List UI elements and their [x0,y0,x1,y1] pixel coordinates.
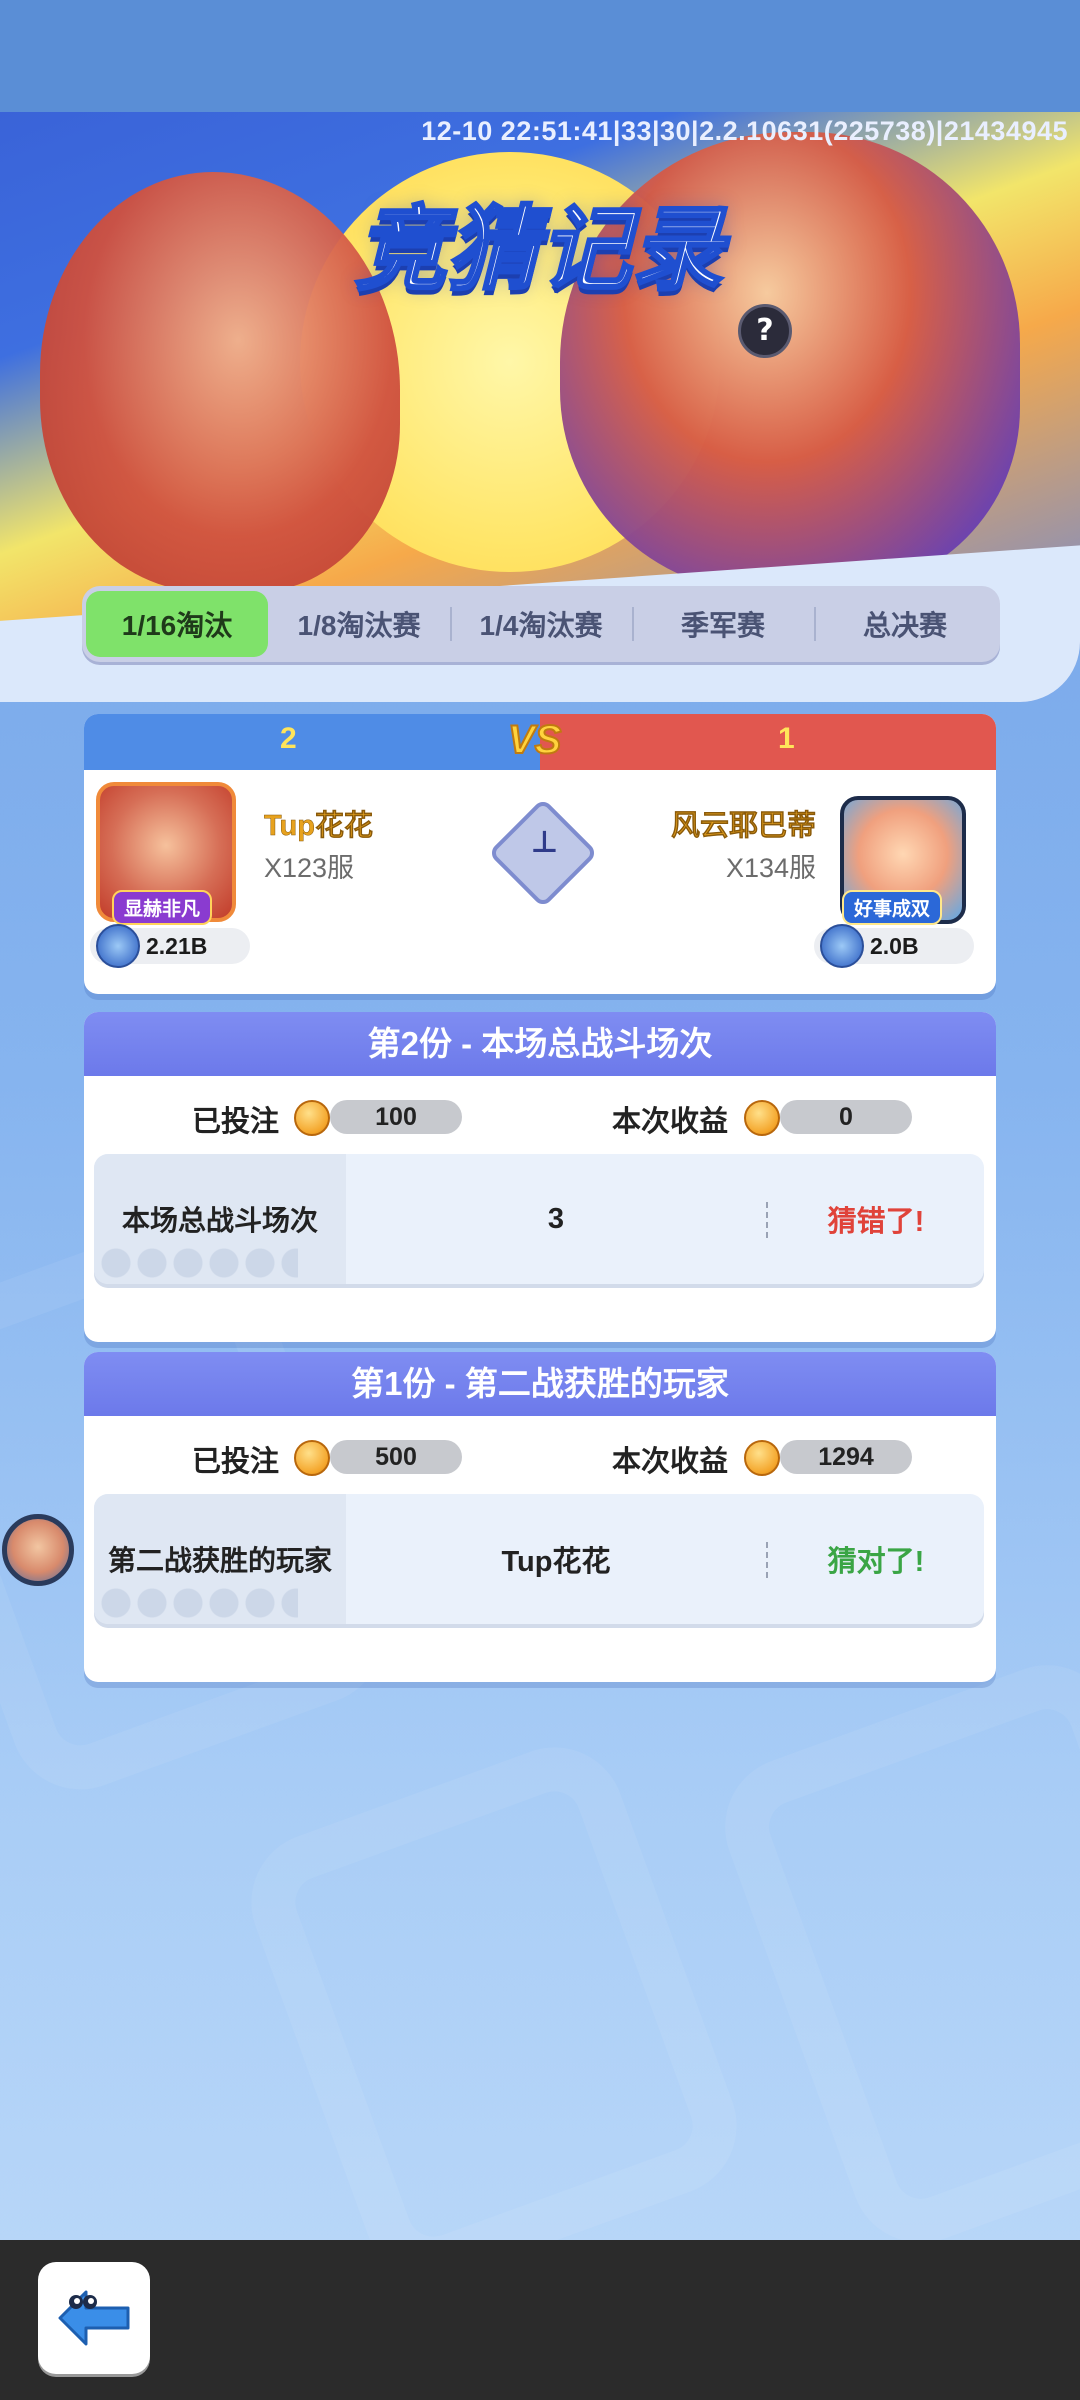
back-arrow-icon [58,2290,130,2346]
bet-title: 第1份 - 第二战获胜的玩家 [84,1352,996,1416]
team-left-bar [84,714,540,770]
floating-avatar-button[interactable] [2,1514,74,1586]
right-player-server: X134服 [725,853,816,883]
right-score: 1 [778,722,795,755]
back-button[interactable] [38,2262,150,2374]
bet-answer: 3 [547,1202,565,1235]
right-player-name: 风云耶巴蒂 [670,810,817,843]
earnings-label: 本次收益 [612,1106,729,1138]
vs-badge: VS [507,717,562,763]
left-score: 2 [280,722,297,755]
round-tabs: 1/16淘汰 1/8淘汰赛 1/4淘汰赛 季军赛 总决赛 [82,586,1000,662]
tab-round-of-32[interactable]: 1/16淘汰 [86,591,268,657]
match-card: 2 VS 1 显赫非凡 Tup花花 X123服 ⊥ 风云耶巴蒂 X134服 好事… [84,714,996,994]
right-player-title-badge: 好事成双 [842,890,943,925]
bet-question: 本场总战斗场次 [121,1205,318,1236]
bet-detail-row: 本场总战斗场次 3 猜错了! [94,1154,984,1284]
background-pattern [705,1645,1080,2263]
page-title: 竞猜记录 [353,198,724,303]
team-right-bar [540,714,996,770]
tab-round-of-16[interactable]: 1/8淘汰赛 [268,591,450,657]
earnings-value: 0 [780,1100,912,1134]
right-power-value: 2.0B [870,933,919,959]
debug-info-text: 12-10 22:51:41|33|30|2.2.10631(225738)|2… [421,116,1068,146]
bet-record-card: 第1份 - 第二战获胜的玩家 已投注 500 本次收益 1294 第二战获胜的玩… [84,1352,996,1682]
tab-third-place[interactable]: 季军赛 [632,591,814,657]
coin-icon [294,1440,330,1476]
earnings-value: 1294 [780,1440,912,1474]
sword-icon [820,924,864,968]
bottom-bar [0,2240,1080,2400]
bet-answer: Tup花花 [501,1546,611,1578]
bet-result: 猜错了! [827,1206,925,1238]
staked-label: 已投注 [192,1446,280,1478]
question-mark-icon[interactable]: ? [738,304,792,358]
staked-label: 已投注 [192,1106,280,1138]
left-power: 2.21B [90,924,250,968]
bet-question: 第二战获胜的玩家 [107,1545,332,1576]
battle-record-icon[interactable]: ⊥ [487,797,599,909]
staked-value: 100 [330,1100,462,1134]
coin-icon [744,1100,780,1136]
right-power: 2.0B [814,924,974,968]
left-power-value: 2.21B [146,933,208,959]
sword-icon [96,924,140,968]
bet-result: 猜对了! [827,1546,925,1578]
earnings-label: 本次收益 [612,1446,729,1478]
bet-detail-row: 第二战获胜的玩家 Tup花花 猜对了! [94,1494,984,1624]
bet-record-card: 第2份 - 本场总战斗场次 已投注 100 本次收益 0 本场总战斗场次 3 猜… [84,1012,996,1342]
tab-final[interactable]: 总决赛 [814,591,996,657]
background-pattern [231,1727,757,2301]
bet-title: 第2份 - 本场总战斗场次 [84,1012,996,1076]
left-player-name: Tup花花 [264,810,374,843]
left-player-server: X123服 [264,853,355,883]
status-strip [0,0,1080,112]
tab-quarterfinal[interactable]: 1/4淘汰赛 [450,591,632,657]
staked-value: 500 [330,1440,462,1474]
coin-icon [294,1100,330,1136]
left-player-title-badge: 显赫非凡 [112,890,213,925]
coin-icon [744,1440,780,1476]
